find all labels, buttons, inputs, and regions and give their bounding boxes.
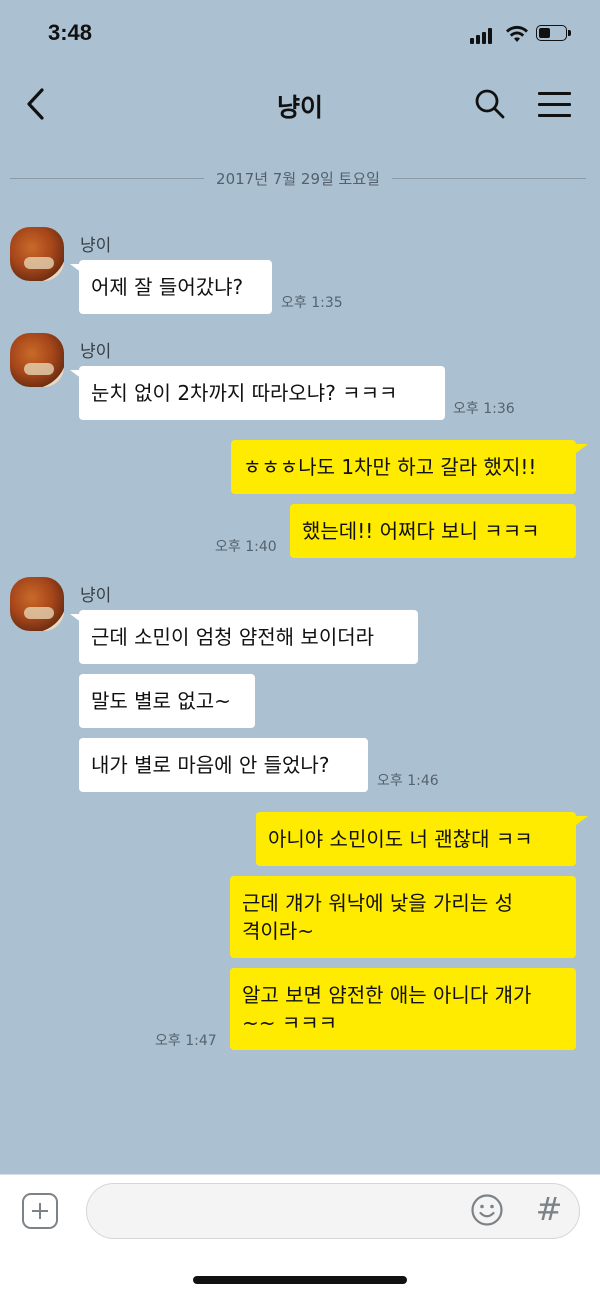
battery-icon xyxy=(536,25,572,43)
sender-name: 냥이 xyxy=(80,586,112,606)
message-bubble-out[interactable]: 했는데!! 어쩌다 보니 ㅋㅋㅋ xyxy=(290,504,576,558)
message-bubble-out[interactable]: ㅎㅎㅎ나도 1차만 하고 갈라 했지!! xyxy=(231,440,576,494)
bubble-tail xyxy=(576,816,588,825)
bubble-tail xyxy=(576,444,588,453)
message-bubble-out[interactable]: 아니야 소민이도 너 괜찮대 ㅋㅋ xyxy=(256,812,576,866)
message-time: 오후 1:46 xyxy=(377,773,439,789)
status-time: 3:48 xyxy=(48,20,93,45)
message-bubble-in[interactable]: 내가 별로 마음에 안 들었나? xyxy=(79,738,368,792)
chat-title: 냥이 xyxy=(276,93,323,122)
sender-name: 냥이 xyxy=(80,342,112,362)
message-time: 오후 1:35 xyxy=(281,295,343,311)
message-time: 오후 1:47 xyxy=(155,1033,217,1049)
message-time: 오후 1:40 xyxy=(215,539,277,555)
avatar[interactable] xyxy=(10,333,64,387)
message-bubble-in[interactable]: 어제 잘 들어갔냐? xyxy=(79,260,272,314)
emoji-icon xyxy=(471,1194,503,1226)
hashtag-search-button[interactable]: # xyxy=(534,1189,564,1229)
wifi-icon xyxy=(506,25,528,42)
message-input[interactable] xyxy=(86,1183,580,1239)
status-bar: 3:48 xyxy=(0,0,600,70)
divider-line xyxy=(10,177,205,179)
search-icon xyxy=(475,89,505,119)
message-bubble-out[interactable]: 근데 걔가 워낙에 낯을 가리는 성 격이라~ xyxy=(230,876,576,958)
message-bubble-in[interactable]: 눈치 없이 2차까지 따라오냐? ㅋㅋㅋ xyxy=(79,366,445,420)
message-bubble-in[interactable]: 말도 별로 없고~ xyxy=(79,674,255,728)
date-divider: 2017년 7월 29일 토요일 xyxy=(10,166,587,190)
date-label: 2017년 7월 29일 토요일 xyxy=(216,169,380,188)
plus-icon[interactable] xyxy=(22,1193,58,1229)
menu-button[interactable] xyxy=(536,86,576,122)
sender-name: 냥이 xyxy=(80,236,112,256)
emoji-button[interactable] xyxy=(470,1193,504,1227)
divider-line xyxy=(391,177,587,179)
avatar[interactable] xyxy=(10,577,64,631)
signal-icon xyxy=(470,28,496,44)
message-time: 오후 1:36 xyxy=(453,401,515,417)
message-bubble-in[interactable]: 근데 소민이 엄청 얌전해 보이더라 xyxy=(79,610,418,664)
home-indicator xyxy=(193,1276,407,1284)
search-button[interactable] xyxy=(470,84,510,124)
avatar[interactable] xyxy=(10,227,64,281)
message-bubble-out[interactable]: 알고 보면 얌전한 애는 아니다 걔가 ~~ ㅋㅋㅋ xyxy=(230,968,576,1050)
chat-header: 냥이 xyxy=(0,70,600,140)
